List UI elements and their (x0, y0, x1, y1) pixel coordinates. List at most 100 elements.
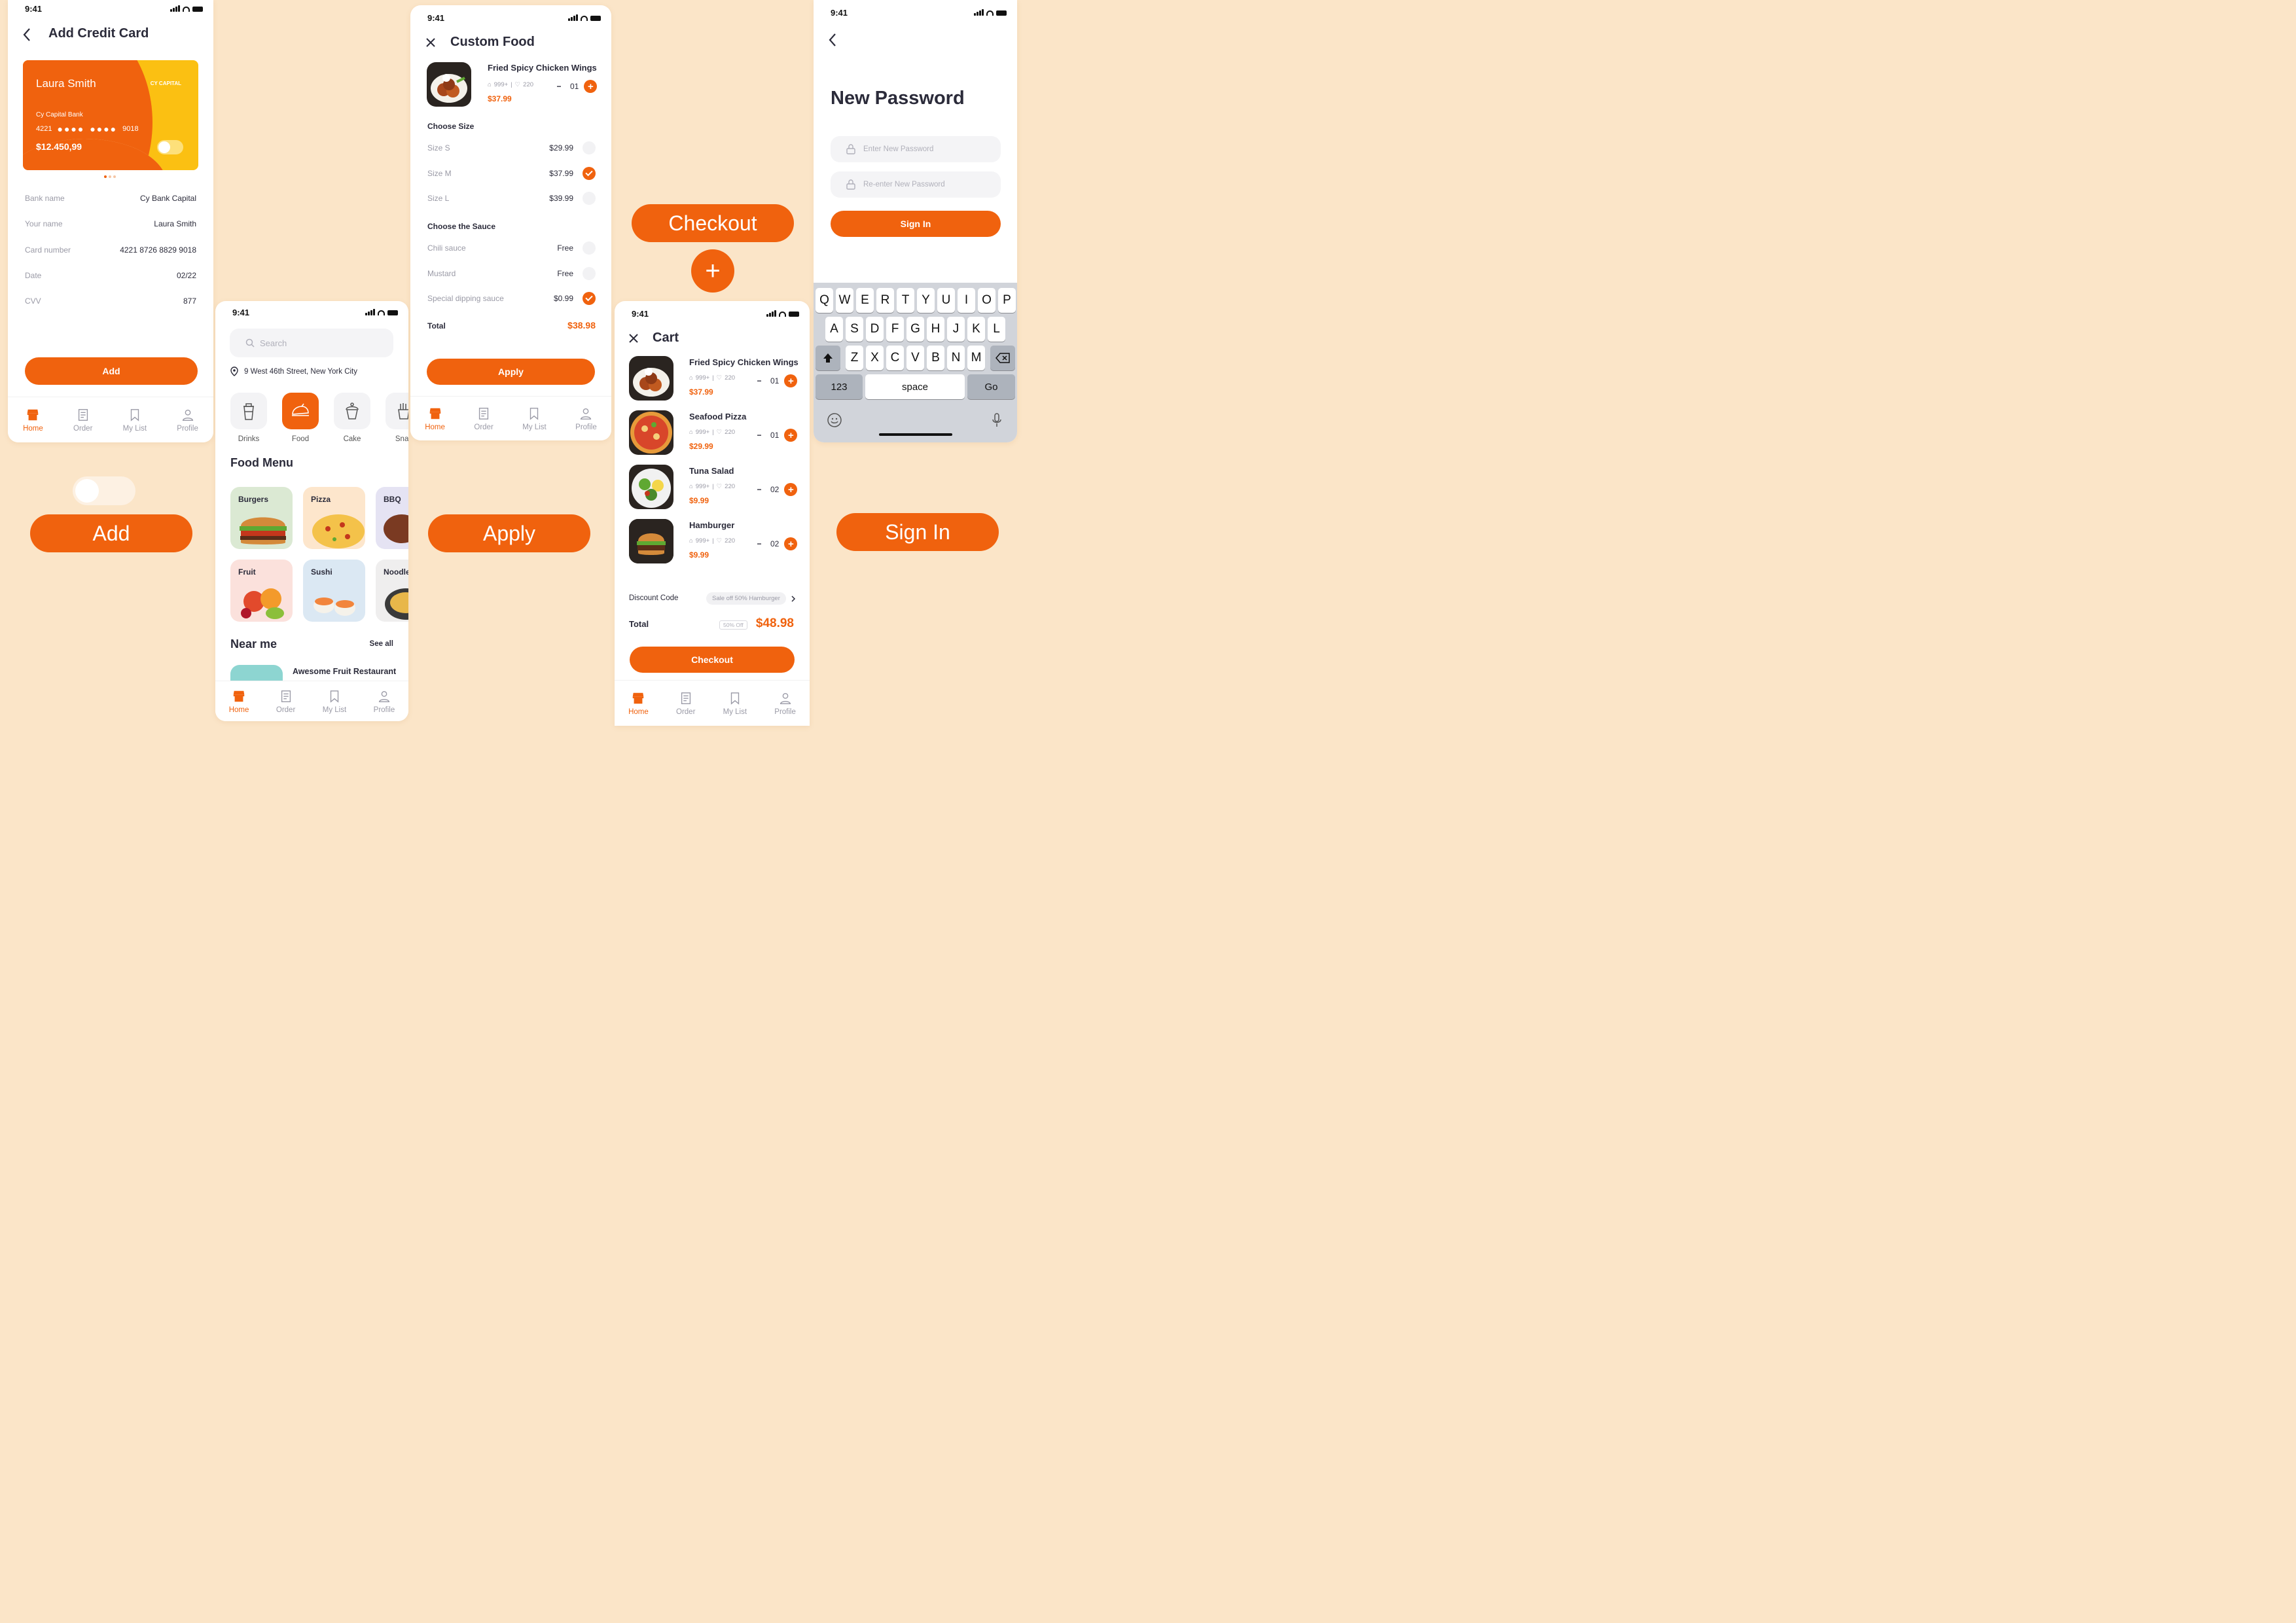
back-icon[interactable] (22, 27, 31, 42)
key-p[interactable]: P (998, 288, 1016, 313)
quantity-stepper[interactable]: −01 + (753, 429, 798, 442)
nav-order[interactable]: Order (276, 689, 295, 714)
nav-profile[interactable]: Profile (177, 408, 198, 433)
minus-button[interactable]: − (753, 484, 765, 495)
back-icon[interactable] (828, 33, 837, 47)
size-option[interactable]: Size M $37.99 (427, 166, 596, 180)
nav-home[interactable]: Home (23, 408, 43, 433)
nav-profile[interactable]: Profile (774, 691, 796, 716)
minus-button[interactable]: − (753, 538, 765, 550)
card-field-row[interactable]: Date 02/22 (25, 271, 196, 280)
add-big-button[interactable]: Add (30, 514, 192, 552)
category-food[interactable] (282, 393, 319, 429)
restaurant-name[interactable]: Awesome Fruit Restaurant (293, 667, 396, 676)
add-button[interactable]: Add (25, 357, 198, 385)
key-h[interactable]: H (927, 317, 944, 342)
see-all-link[interactable]: See all (370, 640, 393, 648)
toggle-switch[interactable] (73, 476, 135, 505)
menu-pizza[interactable]: Pizza (303, 487, 365, 549)
key-f[interactable]: F (886, 317, 904, 342)
minus-button[interactable]: − (753, 375, 765, 387)
search-bar[interactable]: Search (230, 329, 393, 357)
close-icon[interactable] (426, 38, 435, 47)
quantity-stepper[interactable]: −02 + (753, 483, 798, 496)
address-row[interactable]: 9 West 46th Street, New York City (230, 366, 357, 377)
nav-mylist[interactable]: My List (723, 691, 747, 716)
cart-item[interactable]: Hamburger ⌂ 999+ | ♡ 220 $9.99 −02 + (615, 519, 810, 565)
sauce-option[interactable]: Special dipping sauce $0.99 (427, 292, 596, 305)
key-l[interactable]: L (988, 317, 1005, 342)
checkout-big-button[interactable]: Checkout (632, 204, 794, 242)
radio-button[interactable] (583, 266, 596, 280)
card-toggle[interactable] (157, 140, 183, 154)
key-i[interactable]: I (958, 288, 975, 313)
sign-in-button[interactable]: Sign In (831, 211, 1001, 237)
sauce-option[interactable]: Mustard Free (427, 266, 596, 280)
microphone-icon[interactable] (992, 412, 1002, 428)
card-field-row[interactable]: Your name Laura Smith (25, 219, 196, 228)
plus-big-button[interactable]: + (691, 249, 734, 293)
key-a[interactable]: A (825, 317, 843, 342)
chevron-right-icon[interactable] (791, 595, 796, 603)
cart-item[interactable]: Tuna Salad ⌂ 999+ | ♡ 220 $9.99 −02 + (615, 465, 810, 510)
check-icon[interactable] (583, 166, 596, 180)
card-pager[interactable] (104, 175, 116, 178)
card-field-row[interactable]: Bank name Cy Bank Capital (25, 194, 196, 203)
reenter-password-field[interactable]: Re-enter New Password (831, 171, 1001, 198)
sign-in-big-button[interactable]: Sign In (836, 513, 999, 551)
shift-key[interactable] (816, 346, 840, 370)
card-field-row[interactable]: CVV 877 (25, 296, 196, 306)
nav-mylist[interactable]: My List (323, 689, 346, 714)
cart-item[interactable]: Seafood Pizza ⌂ 999+ | ♡ 220 $29.99 −01 + (615, 410, 810, 456)
key-b[interactable]: B (927, 346, 944, 370)
emoji-icon[interactable] (827, 412, 842, 428)
sauce-option[interactable]: Chili sauce Free (427, 241, 596, 255)
go-key[interactable]: Go (967, 374, 1015, 399)
category-cake[interactable] (334, 393, 370, 429)
minus-button[interactable]: − (753, 429, 765, 441)
size-option[interactable]: Size L $39.99 (427, 192, 596, 205)
nav-mylist[interactable]: My List (123, 408, 147, 433)
nav-home[interactable]: Home (628, 691, 649, 716)
category-drinks[interactable] (230, 393, 267, 429)
new-password-field[interactable]: Enter New Password (831, 136, 1001, 162)
minus-button[interactable]: − (553, 80, 565, 92)
radio-button[interactable] (583, 241, 596, 255)
cart-item[interactable]: Fried Spicy Chicken Wings ⌂ 999+ | ♡ 220 $37.9… (615, 356, 810, 402)
apply-big-button[interactable]: Apply (428, 514, 590, 552)
radio-button[interactable] (583, 141, 596, 154)
menu-sushi[interactable]: Sushi (303, 560, 365, 622)
key-q[interactable]: Q (816, 288, 833, 313)
key-m[interactable]: M (967, 346, 985, 370)
size-option[interactable]: Size S $29.99 (427, 141, 596, 154)
numbers-key[interactable]: 123 (816, 374, 863, 399)
radio-button[interactable] (583, 192, 596, 205)
plus-button[interactable]: + (784, 483, 798, 496)
nav-order[interactable]: Order (676, 691, 695, 716)
nav-home[interactable]: Home (229, 689, 249, 714)
key-d[interactable]: D (866, 317, 884, 342)
key-z[interactable]: Z (846, 346, 863, 370)
quantity-stepper[interactable]: − 01 + (553, 80, 598, 93)
backspace-key[interactable] (990, 346, 1015, 370)
key-e[interactable]: E (856, 288, 874, 313)
nav-home[interactable]: Home (425, 406, 445, 431)
menu-noodle[interactable]: Noodle (376, 560, 408, 622)
apply-button[interactable]: Apply (427, 359, 595, 385)
plus-button[interactable]: + (784, 537, 798, 550)
key-t[interactable]: T (897, 288, 914, 313)
key-w[interactable]: W (836, 288, 853, 313)
plus-button[interactable]: + (584, 80, 598, 93)
nav-profile[interactable]: Profile (374, 689, 395, 714)
key-g[interactable]: G (906, 317, 924, 342)
key-c[interactable]: C (886, 346, 904, 370)
menu-fruit[interactable]: Fruit (230, 560, 293, 622)
nav-order[interactable]: Order (73, 408, 92, 433)
nav-mylist[interactable]: My List (522, 406, 547, 431)
card-field-row[interactable]: Card number 4221 8726 8829 9018 (25, 245, 196, 255)
key-o[interactable]: O (978, 288, 996, 313)
quantity-stepper[interactable]: −02 + (753, 537, 798, 550)
key-s[interactable]: S (846, 317, 863, 342)
key-r[interactable]: R (876, 288, 894, 313)
key-x[interactable]: X (866, 346, 884, 370)
